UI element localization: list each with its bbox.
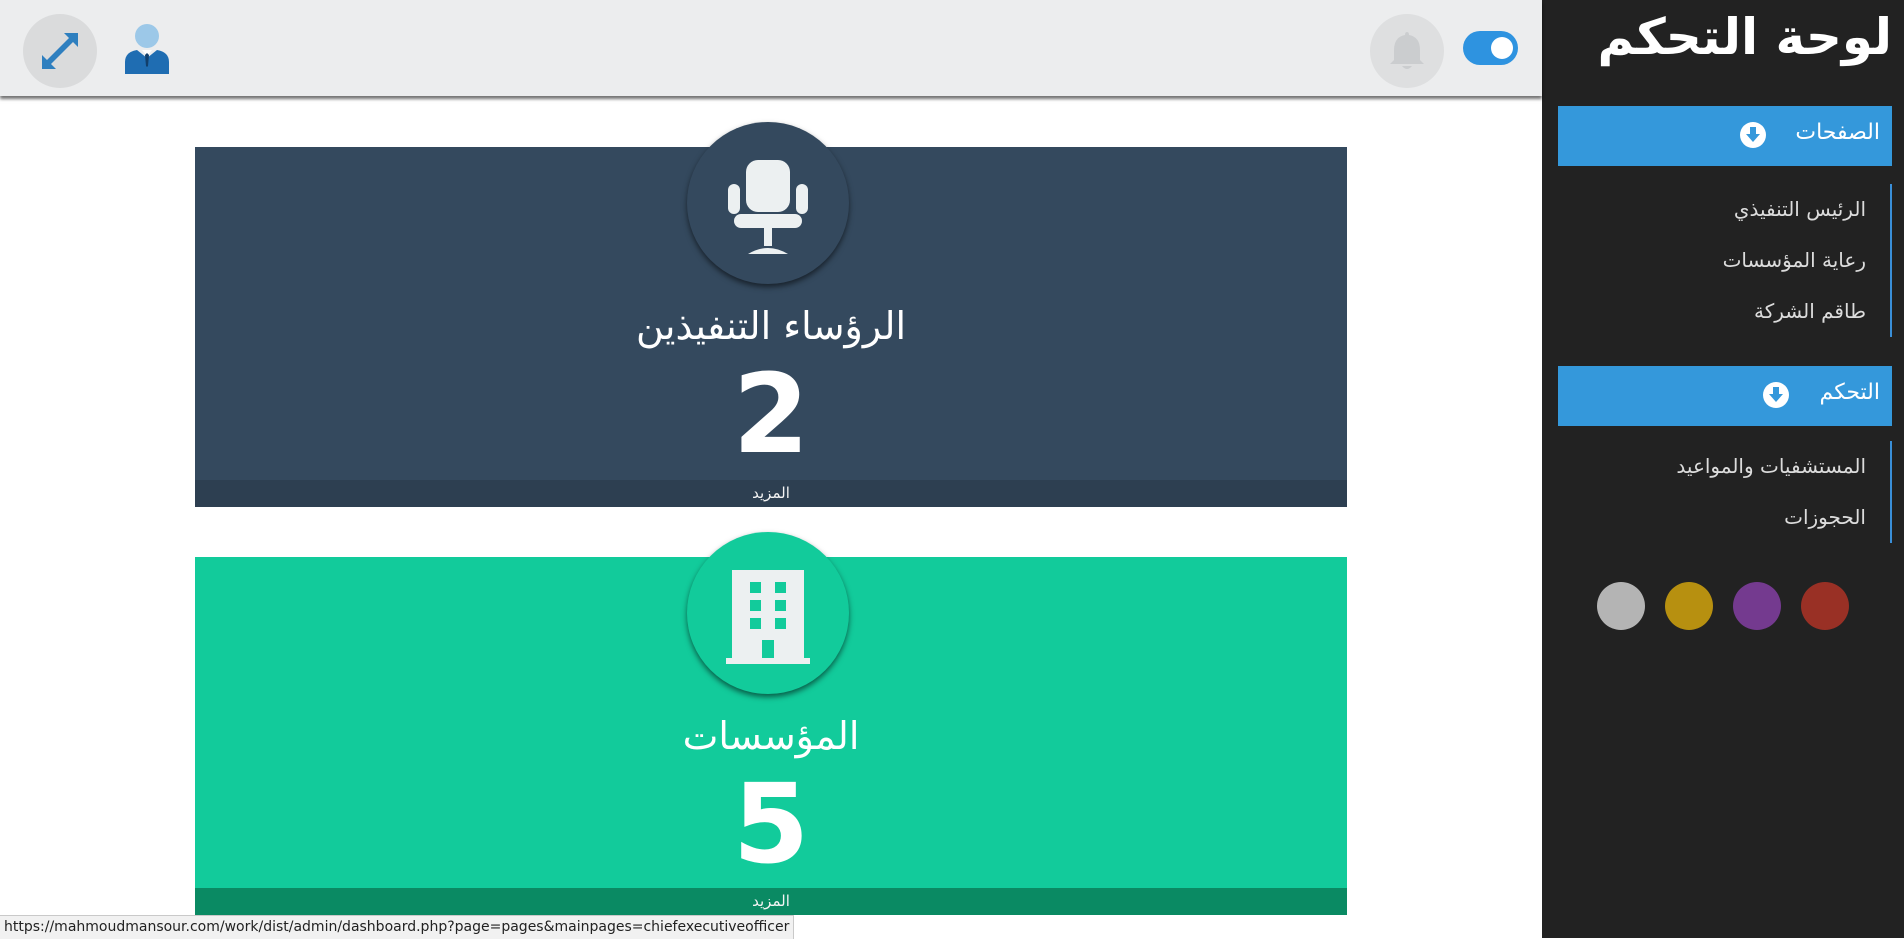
section-list-pages: الرئيس التنفيذي رعاية المؤسسات طاقم الشر…	[1570, 184, 1892, 337]
card-medallion	[687, 122, 849, 284]
section-header-label: الصفحات	[1795, 120, 1880, 145]
toggle-knob	[1491, 37, 1513, 59]
office-chair-icon	[728, 160, 808, 254]
card-title: المؤسسات	[682, 714, 860, 758]
section-header-pages[interactable]: الصفحات	[1558, 106, 1892, 166]
swatch-purple[interactable]	[1733, 582, 1781, 630]
sidebar-item-bookings[interactable]: الحجوزات	[1570, 492, 1890, 543]
arrow-down-circle-icon	[1763, 382, 1789, 408]
ceo-card: الرؤساء التنفيذين 2 المزيد	[195, 122, 1347, 507]
expand-icon	[42, 33, 78, 69]
theme-toggle[interactable]	[1463, 31, 1518, 65]
card-count: 2	[732, 350, 810, 478]
link-status-bar: https://mahmoudmansour.com/work/dist/adm…	[0, 915, 795, 939]
section-header-label: التحكم	[1819, 380, 1880, 405]
more-link[interactable]: المزيد	[195, 888, 1347, 915]
fullscreen-button[interactable]	[23, 14, 97, 88]
section-list-control: المستشفيات والمواعيد الحجوزات	[1570, 441, 1892, 543]
card-count: 5	[732, 760, 810, 888]
card-medallion	[687, 532, 849, 694]
notifications-button[interactable]	[1370, 14, 1444, 88]
building-icon	[726, 570, 810, 664]
bell-icon	[1390, 32, 1424, 69]
section-header-control[interactable]: التحكم	[1558, 366, 1892, 426]
top-bar	[0, 0, 1542, 96]
swatch-red[interactable]	[1801, 582, 1849, 630]
swatch-gold[interactable]	[1665, 582, 1713, 630]
sidebar-item-staff[interactable]: طاقم الشركة	[1570, 286, 1890, 337]
user-icon	[125, 24, 169, 74]
sidebar: لوحة التحكم الصفحات الرئيس التنفيذي رعاي…	[1542, 0, 1904, 938]
sidebar-item-ceo[interactable]: الرئيس التنفيذي	[1570, 184, 1890, 235]
sidebar-title: لوحة التحكم	[1597, 8, 1892, 66]
theme-swatches	[1597, 582, 1867, 632]
more-link[interactable]: المزيد	[195, 480, 1347, 507]
user-avatar[interactable]	[120, 22, 174, 78]
sidebar-item-institutions[interactable]: رعاية المؤسسات	[1570, 235, 1890, 286]
sidebar-item-hospitals[interactable]: المستشفيات والمواعيد	[1570, 441, 1890, 492]
swatch-gray[interactable]	[1597, 582, 1645, 630]
card-title: الرؤساء التنفيذين	[635, 304, 907, 348]
arrow-down-circle-icon	[1740, 122, 1766, 148]
institutions-card: المؤسسات 5 المزيد	[195, 532, 1347, 915]
